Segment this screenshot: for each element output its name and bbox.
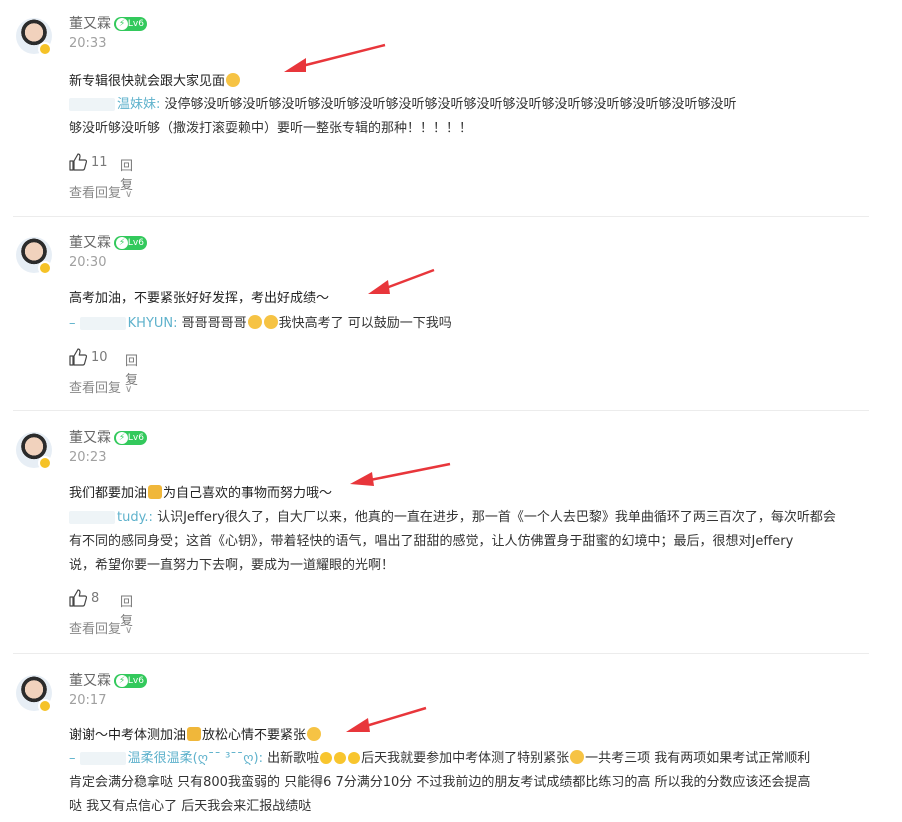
quoted-reply: 温妹妹: 没停够没听够没听够没听够没听够没听够没听够没听够没听够没听够没听够没听… bbox=[69, 97, 737, 136]
level-badge: ⚡ Lv6 bbox=[114, 431, 147, 445]
quoted-reply: tudy.: 认识Jeffery很久了，自大厂以来，他真的一直在进步，那一首《一… bbox=[69, 510, 836, 573]
like-count: 11 bbox=[91, 155, 108, 170]
blurred-name bbox=[79, 752, 126, 765]
comment-username[interactable]: 董又霖 bbox=[69, 428, 111, 448]
like-count: 8 bbox=[91, 591, 100, 606]
reply-username[interactable]: KHYUN: bbox=[128, 316, 178, 331]
level-badge: ⚡ Lv6 bbox=[114, 236, 147, 250]
comment-text: 高考加油，不要紧张好好发挥，考出好成绩～ bbox=[69, 291, 330, 306]
crying-emoji-icon bbox=[263, 315, 278, 329]
comment-text: 我们都要加油 为自己喜欢的事物而努力哦～ bbox=[69, 485, 333, 501]
chevron-down-icon: ∨ bbox=[125, 384, 133, 395]
comment-text: 新专辑很快就会跟大家见面 bbox=[69, 72, 241, 92]
thumbs-up-icon[interactable] bbox=[69, 153, 87, 171]
bolt-icon: ⚡ bbox=[116, 237, 128, 249]
crying-emoji-icon bbox=[247, 315, 262, 329]
badge-icon bbox=[38, 699, 52, 713]
grin-emoji-icon bbox=[307, 727, 322, 741]
quoted-reply: – 温柔很温柔(ღ¯¯ ³¯¯ღ): 出新歌啦 后天我就要参加中考体测了特别紧张一… bbox=[69, 750, 811, 814]
comment-username[interactable]: 董又霖 bbox=[69, 671, 111, 691]
divider bbox=[13, 653, 869, 654]
annotation-arrow bbox=[284, 43, 386, 72]
view-replies-link[interactable]: 查看回复 ∨ bbox=[69, 182, 132, 201]
view-replies-link[interactable]: 查看回复 ∨ bbox=[69, 618, 132, 637]
quoted-reply: – KHYUN: 哥哥哥哥哥 我快高考了 可以鼓励一下我吗 bbox=[69, 315, 452, 331]
bolt-icon: ⚡ bbox=[116, 675, 128, 687]
worried-emoji-icon bbox=[570, 750, 585, 764]
comment-time: 20:17 bbox=[69, 693, 107, 708]
reply-username[interactable]: 温柔很温柔(ღ¯¯ ³¯¯ღ): bbox=[128, 751, 263, 766]
annotation-arrow bbox=[350, 462, 451, 486]
bolt-icon: ⚡ bbox=[116, 18, 128, 30]
comment-time: 20:33 bbox=[69, 36, 107, 51]
badge-icon bbox=[38, 456, 52, 470]
avatar[interactable] bbox=[16, 675, 52, 713]
chevron-down-icon: ∨ bbox=[125, 189, 133, 200]
divider bbox=[13, 216, 869, 217]
level-badge: ⚡ Lv6 bbox=[114, 674, 147, 688]
avatar[interactable] bbox=[16, 237, 52, 275]
avatar[interactable] bbox=[16, 432, 52, 470]
divider bbox=[13, 410, 869, 411]
comment-text: 谢谢～中考体测加油 放松心情不要紧张 bbox=[69, 726, 322, 746]
flexed-biceps-emoji-icon bbox=[148, 485, 163, 499]
comment-username[interactable]: 董又霖 bbox=[69, 14, 111, 34]
flexed-biceps-emoji-icon bbox=[187, 727, 202, 741]
blurred-name bbox=[79, 317, 126, 330]
badge-icon bbox=[38, 261, 52, 275]
comment-time: 20:30 bbox=[69, 255, 107, 270]
reply-username[interactable]: tudy.: bbox=[117, 510, 153, 525]
sun-emoji-icon bbox=[334, 752, 347, 764]
sun-emoji-icon bbox=[348, 752, 361, 764]
thumbs-up-icon[interactable] bbox=[69, 589, 87, 607]
annotation-arrow bbox=[368, 268, 435, 294]
blurred-name bbox=[69, 98, 115, 111]
comment-time: 20:23 bbox=[69, 450, 107, 465]
badge-icon bbox=[38, 42, 52, 56]
sun-emoji-icon bbox=[320, 752, 333, 764]
annotation-arrow bbox=[346, 706, 427, 732]
view-replies-link[interactable]: 查看回复 ∨ bbox=[69, 377, 132, 396]
thumbs-up-icon[interactable] bbox=[69, 348, 87, 366]
level-badge: ⚡ Lv6 bbox=[114, 17, 147, 31]
reply-username[interactable]: 温妹妹: bbox=[117, 97, 160, 112]
bolt-icon: ⚡ bbox=[116, 432, 128, 444]
blurred-name bbox=[69, 511, 115, 524]
chevron-down-icon: ∨ bbox=[125, 625, 133, 636]
grin-emoji-icon bbox=[226, 73, 241, 87]
like-count: 10 bbox=[91, 350, 108, 365]
comment-username[interactable]: 董又霖 bbox=[69, 233, 111, 253]
avatar[interactable] bbox=[16, 18, 52, 56]
